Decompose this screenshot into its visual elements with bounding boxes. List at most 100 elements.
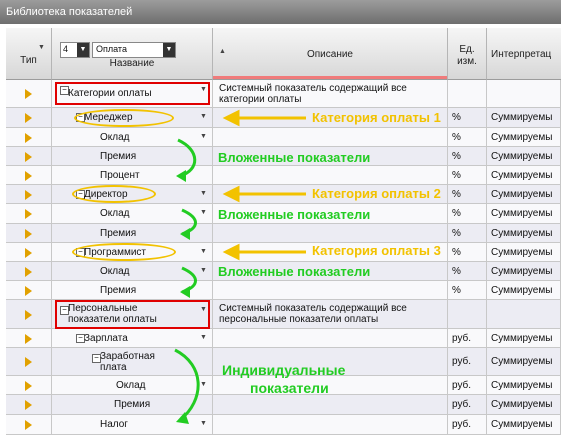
table-row[interactable]: Премия% Суммируемы <box>6 224 561 243</box>
column-header-unit[interactable]: Ед. изм. <box>448 28 487 80</box>
highlight-box-personal <box>55 300 210 329</box>
table-row[interactable]: − Зарплата ▼ руб. Суммируемы <box>6 329 561 348</box>
level-select[interactable]: 4 ▼ <box>60 42 90 58</box>
row-unit: руб. <box>452 356 472 367</box>
row-type-arrow-icon[interactable] <box>25 380 32 391</box>
unit-cell <box>448 300 487 328</box>
row-menu-chevron-icon[interactable]: ▼ <box>200 133 207 140</box>
row-type-arrow-icon[interactable] <box>25 309 32 320</box>
row-type-arrow-icon[interactable] <box>25 285 32 296</box>
row-description-line: Системный показатель содержащий все <box>219 83 407 94</box>
row-unit: % <box>452 188 461 200</box>
annotation-nested-2: Вложенные показатели <box>218 207 371 222</box>
row-type-arrow-icon[interactable] <box>25 113 32 123</box>
row-interpretation: Суммируемы <box>491 208 553 219</box>
annotation-nested-1: Вложенные показатели <box>218 150 371 165</box>
row-menu-chevron-icon[interactable]: ▼ <box>200 209 207 216</box>
column-header-type[interactable]: ▼ Тип <box>6 28 52 80</box>
row-interpretation: Суммируемы <box>491 265 553 277</box>
row-unit: % <box>452 131 461 143</box>
sort-icon: ▼ <box>38 44 45 51</box>
row-interpretation: Суммируемы <box>491 150 553 162</box>
interp-cell <box>487 80 561 107</box>
unit-header-label-2: изм. <box>457 56 477 67</box>
row-type-arrow-icon[interactable] <box>25 170 32 181</box>
annotation-nested-3: Вложенные показатели <box>218 264 371 279</box>
row-menu-chevron-icon[interactable]: ▼ <box>200 420 207 427</box>
description-cell <box>213 376 448 394</box>
table-row[interactable]: Оклад ▼% Суммируемы <box>6 128 561 147</box>
row-name: Премия <box>114 399 151 410</box>
row-menu-chevron-icon[interactable]: ▼ <box>200 190 207 197</box>
name-filter-select[interactable]: Оплата ▼ <box>92 42 176 58</box>
interp-cell <box>487 300 561 328</box>
highlight-oval-programmer <box>72 243 176 261</box>
row-description-line: персональные показатели оплаты <box>219 314 379 325</box>
row-unit: руб. <box>452 332 472 344</box>
column-header-name[interactable]: 4 ▼ Оплата ▼ Название <box>52 28 213 80</box>
interp-header-label: Интерпретац <box>491 49 552 60</box>
table-row[interactable]: Налог ▼ руб. Суммируемы <box>6 415 561 435</box>
row-type-arrow-icon[interactable] <box>25 228 32 239</box>
row-unit: % <box>452 208 461 219</box>
row-unit: руб. <box>452 419 472 430</box>
row-unit: % <box>452 112 461 123</box>
unit-cell <box>448 80 487 107</box>
row-type-arrow-icon[interactable] <box>25 247 32 258</box>
table-row[interactable]: Премия% Суммируемы <box>6 281 561 300</box>
row-type-arrow-icon[interactable] <box>25 89 32 99</box>
row-interpretation: Суммируемы <box>491 356 553 367</box>
row-type-arrow-icon[interactable] <box>25 400 32 410</box>
row-name: Оклад <box>100 265 130 277</box>
row-unit: руб. <box>452 379 472 391</box>
row-interpretation: Суммируемы <box>491 227 553 239</box>
highlight-oval-merchandiser <box>74 109 174 127</box>
description-header-label: Описание <box>306 49 353 60</box>
row-type-arrow-icon[interactable] <box>25 209 32 219</box>
row-menu-chevron-icon[interactable]: ▼ <box>200 381 207 388</box>
row-menu-chevron-icon[interactable]: ▼ <box>200 267 207 274</box>
row-type-arrow-icon[interactable] <box>25 333 32 344</box>
name-header-label: Название <box>109 58 155 69</box>
row-type-arrow-icon[interactable] <box>25 357 32 367</box>
row-interpretation: Суммируемы <box>491 169 553 181</box>
description-cell <box>213 166 448 184</box>
row-type-arrow-icon[interactable] <box>25 151 32 162</box>
type-header-label: Тип <box>20 55 37 66</box>
row-menu-chevron-icon[interactable]: ▼ <box>200 113 207 120</box>
highlight-oval-director <box>72 185 156 203</box>
row-menu-chevron-icon[interactable]: ▼ <box>200 334 207 341</box>
column-header-interpretation[interactable]: Интерпретац <box>487 28 561 80</box>
annotation-category-2: Категория оплаты 2 <box>312 186 441 201</box>
row-name: Оклад <box>116 379 146 391</box>
sort-indicator <box>213 76 447 79</box>
description-cell <box>213 128 448 146</box>
row-name: Премия <box>100 227 137 239</box>
name-cell <box>52 128 213 146</box>
row-unit: % <box>452 169 461 181</box>
row-type-arrow-icon[interactable] <box>25 189 32 200</box>
row-type-arrow-icon[interactable] <box>25 266 32 277</box>
row-name-line: плата <box>100 362 127 373</box>
description-cell <box>213 281 448 299</box>
highlight-box-categories <box>55 82 210 105</box>
row-name: Процент <box>100 169 140 181</box>
row-unit: % <box>452 284 461 296</box>
annotation-category-3: Категория оплаты 3 <box>312 243 441 258</box>
chevron-down-icon: ▼ <box>163 43 175 57</box>
window-title: Библиотека показателей <box>0 0 561 24</box>
row-type-arrow-icon[interactable] <box>25 132 32 143</box>
row-type-arrow-icon[interactable] <box>25 420 32 430</box>
name-cell <box>52 204 213 223</box>
description-cell <box>213 415 448 434</box>
row-description-line: категории оплаты <box>219 94 302 105</box>
row-interpretation: Суммируемы <box>491 399 553 410</box>
row-name: Налог <box>100 419 128 430</box>
row-interpretation: Суммируемы <box>491 332 553 344</box>
row-menu-chevron-icon[interactable]: ▼ <box>200 248 207 255</box>
table-row[interactable]: Процент% Суммируемы <box>6 166 561 185</box>
row-interpretation: Суммируемы <box>491 112 553 123</box>
column-header-description[interactable]: ▲ Описание <box>213 28 448 80</box>
row-interpretation: Суммируемы <box>491 246 553 258</box>
table-row[interactable]: Премия руб. Суммируемы <box>6 395 561 415</box>
